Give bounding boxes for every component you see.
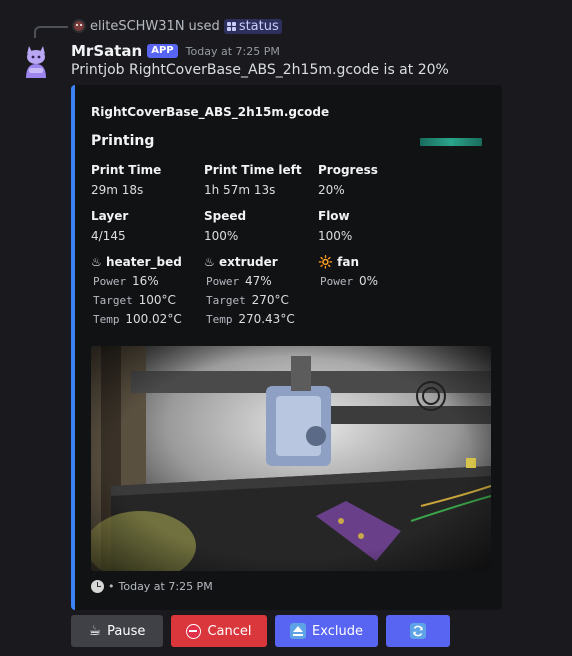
- hotsprings-icon: ♨: [91, 255, 102, 269]
- message-timestamp[interactable]: Today at 7:25 PM: [186, 45, 280, 58]
- cancel-label: Cancel: [207, 623, 252, 639]
- eject-icon: [290, 623, 307, 639]
- app-badge: APP: [147, 44, 178, 58]
- exclude-label: Exclude: [312, 623, 363, 639]
- reply-context: eliteSCHW31N used status: [72, 17, 282, 35]
- pause-label: Pause: [107, 623, 146, 639]
- message-header: MrSatan APP Today at 7:25 PM: [71, 40, 280, 62]
- command-name: status: [238, 18, 279, 34]
- footer-separator: •: [108, 579, 115, 593]
- field-name: Speed: [204, 209, 247, 223]
- field-value: 29m 18s: [91, 183, 144, 197]
- pause-button[interactable]: ☕ Pause: [71, 615, 163, 647]
- embed-title: Printing: [91, 133, 155, 149]
- power-key: Power: [320, 275, 354, 288]
- power-value: 47%: [244, 274, 272, 288]
- footer-timestamp: Today at 7:25 PM: [118, 579, 213, 593]
- reply-used-text: used: [188, 18, 220, 34]
- coffee-icon: ☕: [88, 623, 102, 639]
- embed-footer: • Today at 7:25 PM: [91, 579, 213, 593]
- heater-name: extruder: [218, 255, 278, 269]
- sun-icon: 🔆: [318, 255, 333, 269]
- webcam-image[interactable]: [91, 346, 491, 571]
- field-progress: Progress 20%: [318, 162, 430, 200]
- target-key: Target: [206, 294, 246, 307]
- field-name: Flow: [318, 209, 350, 223]
- field-print-time: Print Time 29m 18s: [91, 162, 203, 200]
- no-entry-icon: [186, 623, 202, 639]
- power-value: 0%: [358, 274, 378, 288]
- clock-icon: [91, 579, 104, 593]
- author-name[interactable]: MrSatan: [71, 42, 142, 60]
- target-value: 100°C: [138, 293, 176, 307]
- target-value: 270°C: [251, 293, 289, 307]
- power-key: Power: [93, 275, 127, 288]
- slash-command[interactable]: status: [223, 18, 282, 34]
- field-fan: 🔆 fan Power 0%: [318, 254, 430, 291]
- field-name: Progress: [318, 163, 378, 177]
- hotsprings-icon: ♨: [204, 255, 215, 269]
- field-value: 100%: [318, 229, 353, 243]
- reply-connector: [34, 26, 68, 38]
- field-heater-bed: ♨ heater_bed Power 16% Target 100°C Temp…: [91, 254, 203, 329]
- field-value: 1h 57m 13s: [204, 183, 276, 197]
- heater-name: heater_bed: [105, 255, 182, 269]
- cancel-button[interactable]: Cancel: [171, 615, 267, 647]
- progress-thumbnail[interactable]: [420, 138, 482, 146]
- temp-value: 100.02°C: [125, 312, 182, 326]
- field-name: Print Time: [91, 163, 162, 177]
- power-value: 16%: [131, 274, 159, 288]
- bot-avatar[interactable]: [16, 40, 56, 80]
- field-value: 4/145: [91, 229, 126, 243]
- refresh-icon: [410, 623, 426, 639]
- field-name: Print Time left: [204, 163, 302, 177]
- exclude-button[interactable]: Exclude: [275, 615, 378, 647]
- target-key: Target: [93, 294, 133, 307]
- refresh-button[interactable]: [386, 615, 450, 647]
- field-flow: Flow 100%: [318, 208, 430, 246]
- message-content: Printjob RightCoverBase_ABS_2h15m.gcode …: [71, 62, 449, 78]
- command-icon: [226, 21, 236, 31]
- reply-username[interactable]: eliteSCHW31N: [90, 19, 185, 34]
- temp-value: 270.43°C: [238, 312, 295, 326]
- field-speed: Speed 100%: [204, 208, 316, 246]
- field-value: 100%: [204, 229, 239, 243]
- field-layer: Layer 4/145: [91, 208, 203, 246]
- field-print-time-left: Print Time left 1h 57m 13s: [204, 162, 316, 200]
- field-extruder: ♨ extruder Power 47% Target 270°C Temp 2…: [204, 254, 316, 329]
- power-key: Power: [206, 275, 240, 288]
- field-name: Layer: [91, 209, 129, 223]
- field-value: 20%: [318, 183, 345, 197]
- embed-author: RightCoverBase_ABS_2h15m.gcode: [91, 105, 330, 119]
- reply-user-avatar[interactable]: [72, 19, 86, 33]
- fan-name: fan: [337, 255, 360, 269]
- temp-key: Temp: [93, 313, 120, 326]
- temp-key: Temp: [206, 313, 233, 326]
- status-embed: RightCoverBase_ABS_2h15m.gcode Printing …: [71, 85, 502, 610]
